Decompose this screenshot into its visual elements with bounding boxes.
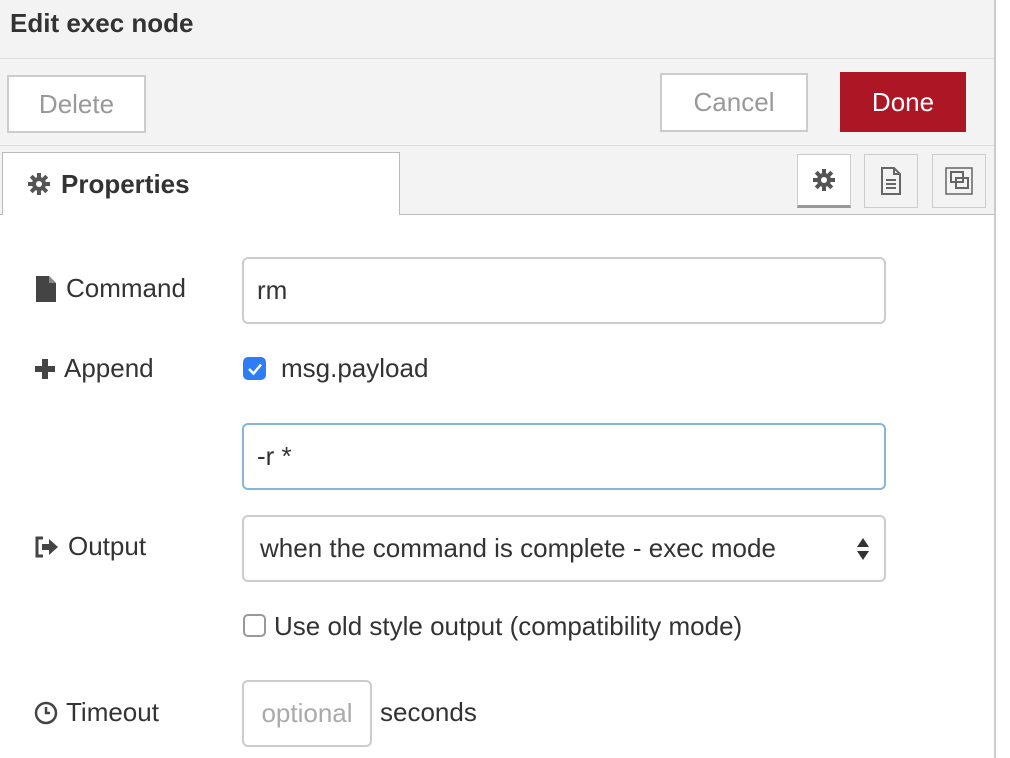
tray-divider[interactable] (994, 0, 996, 758)
timeout-placeholder: optional (261, 698, 353, 728)
sign-out-icon (35, 536, 58, 557)
done-button[interactable]: Done (840, 72, 966, 132)
checkmark-icon (247, 363, 262, 375)
tab-description[interactable] (864, 154, 918, 208)
tray-title: Edit exec node (10, 8, 194, 38)
output-select-value: when the command is complete - exec mode (260, 533, 776, 563)
select-arrows-icon (857, 537, 869, 560)
command-input-value: rm (257, 275, 288, 305)
timeout-label: Timeout (34, 697, 159, 728)
old-style-output-checkbox[interactable] (243, 614, 266, 637)
tab-properties-icon[interactable] (797, 154, 851, 208)
timeout-label-text: Timeout (66, 697, 159, 727)
cancel-button[interactable]: Cancel (660, 73, 808, 132)
plus-icon (35, 358, 55, 379)
tray-header: Edit exec node (0, 0, 994, 59)
command-label: Command (34, 273, 186, 304)
append-label-text: Append (64, 353, 154, 383)
timeout-unit: seconds (380, 697, 477, 727)
tray-toolbar: Delete Cancel Done (0, 59, 994, 146)
append-extra-input[interactable]: -r * (242, 423, 886, 490)
append-extra-value: -r * (257, 441, 292, 471)
command-label-text: Command (66, 273, 186, 303)
clock-icon (34, 701, 58, 724)
append-payload-checkbox[interactable] (243, 357, 266, 380)
output-label-text: Output (68, 531, 147, 561)
layout-icon (945, 167, 973, 195)
old-style-output-label: Use old style output (compatibility mode… (274, 611, 743, 641)
output-select[interactable]: when the command is complete - exec mode (242, 515, 886, 582)
tab-properties[interactable]: Properties (2, 152, 400, 215)
output-label: Output (34, 531, 146, 562)
append-payload-label: msg.payload (281, 353, 429, 383)
timeout-input[interactable]: optional (242, 680, 372, 747)
command-input[interactable]: rm (242, 257, 886, 324)
tab-strip: Properties (0, 146, 994, 215)
tab-appearance[interactable] (932, 154, 986, 208)
gear-icon (28, 173, 50, 195)
file-icon (36, 275, 56, 302)
append-label: Append (34, 353, 154, 384)
document-icon (881, 167, 901, 195)
delete-button[interactable]: Delete (7, 75, 146, 133)
tab-properties-label: Properties (61, 168, 190, 199)
gear-icon (813, 169, 835, 191)
